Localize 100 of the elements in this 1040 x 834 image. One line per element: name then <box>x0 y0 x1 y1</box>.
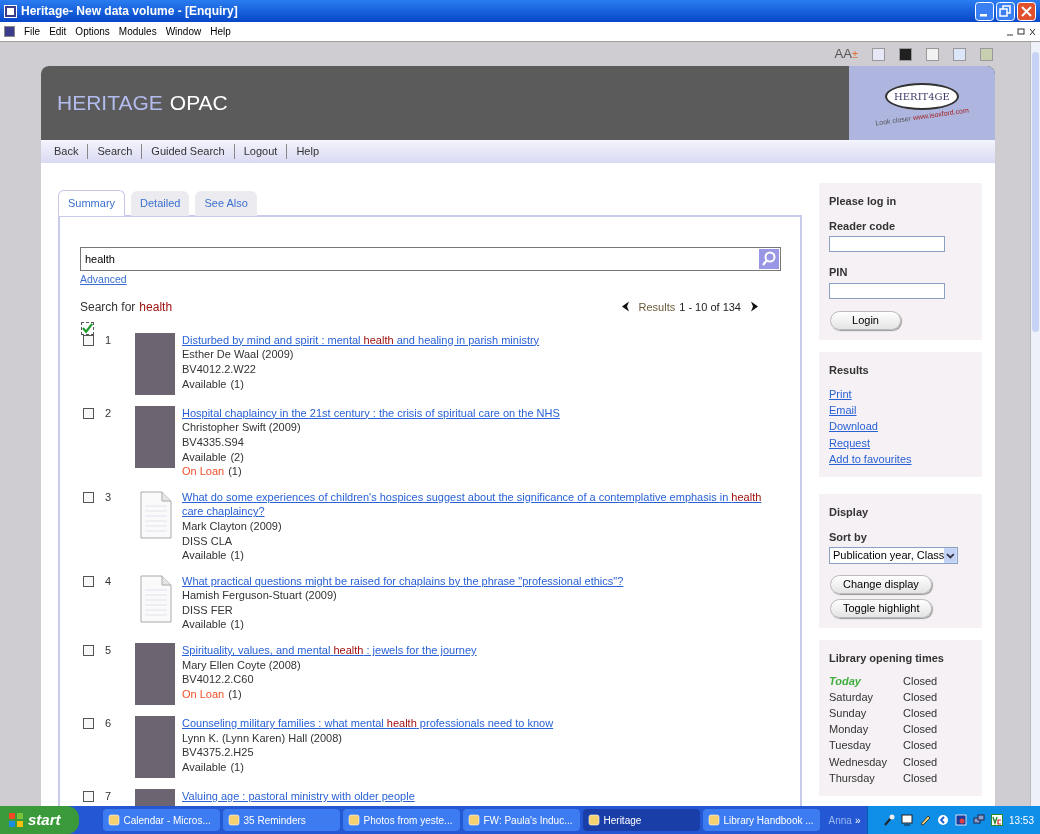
result-author: Mark Clayton (2009) <box>182 518 283 534</box>
colour-scheme-swatch[interactable] <box>980 47 993 61</box>
panel-heading: Please log in <box>829 194 898 209</box>
taskbar-button[interactable]: Heritage <box>582 809 700 831</box>
result-checkbox[interactable] <box>83 407 94 419</box>
action-button[interactable]: Toggle highlight <box>830 599 933 618</box>
result-checkbox[interactable] <box>83 718 94 730</box>
holding-status: On Loan <box>182 464 225 479</box>
panel-heading: Display <box>829 505 870 520</box>
book-cover-placeholder <box>135 716 175 779</box>
microphone-icon <box>882 814 895 826</box>
book-cover-placeholder <box>135 405 175 468</box>
search-icon[interactable] <box>759 249 779 269</box>
result-number: 2 <box>104 405 113 421</box>
result-title-link[interactable]: What do some experiences of children's hospices suggest about the significance of a contemplative emphasis in health care chaplaincy? <box>182 489 780 519</box>
previous-page-icon[interactable] <box>620 301 630 313</box>
taskbar-button[interactable]: Library Handbook ... <box>702 809 820 831</box>
menu-item[interactable]: Window <box>165 24 202 39</box>
results-action-link[interactable]: Email <box>829 402 857 419</box>
result-number: 6 <box>104 716 113 731</box>
advanced-search-link[interactable]: Advanced <box>80 272 127 288</box>
action-button[interactable]: Login <box>830 310 901 330</box>
app-icon <box>4 4 17 18</box>
colour-scheme-swatch[interactable] <box>872 47 885 61</box>
menu-item[interactable]: Options <box>75 24 110 39</box>
result-checkbox[interactable] <box>83 645 94 657</box>
opening-hours: Closed <box>903 673 938 689</box>
document-icon <box>4 26 15 37</box>
result-title-link[interactable]: Counseling military families : what mental health professionals need to know <box>182 716 780 731</box>
nav-link[interactable]: Logout <box>234 143 287 160</box>
colour-scheme-swatch[interactable] <box>899 47 912 61</box>
menu-item[interactable]: Help <box>210 24 231 39</box>
panel-heading: Results <box>829 362 870 378</box>
start-button[interactable]: start <box>0 806 79 834</box>
result-number: 1 <box>104 332 113 348</box>
result-title-link[interactable]: Disturbed by mind and spirit : mental health and healing in parish ministry <box>182 332 780 348</box>
colour-scheme-swatch[interactable] <box>953 47 966 61</box>
menu-item[interactable]: Modules <box>118 24 157 39</box>
window-icon <box>707 814 720 826</box>
sort-dropdown[interactable]: Publication year, Class <box>829 547 958 564</box>
result-classmark: BV4012.2.C60 <box>182 672 255 687</box>
window-title: Heritage- New data volume - [Enquiry] <box>21 3 239 20</box>
site-title: HERITAGE <box>57 90 163 117</box>
action-button[interactable]: Change display <box>830 575 932 594</box>
opening-day: Saturday <box>829 688 903 705</box>
colour-scheme-swatch[interactable] <box>926 47 939 61</box>
vertical-scrollbar[interactable] <box>1030 42 1040 806</box>
tab[interactable]: See Also <box>195 191 257 216</box>
result-author: Christopher Swift (2009) <box>182 420 302 435</box>
next-page-icon[interactable] <box>750 301 759 313</box>
nav-link[interactable]: Help <box>287 143 328 160</box>
field-label: Reader code <box>829 218 897 234</box>
window-icon <box>107 814 120 826</box>
taskbar-button[interactable]: Calendar - Micros... <box>102 809 220 831</box>
book-cover-placeholder <box>135 332 175 395</box>
opening-day: Wednesday <box>829 753 903 770</box>
results-action-link[interactable]: Request <box>829 434 870 451</box>
taskbar-button[interactable]: Photos from yeste... <box>342 809 460 831</box>
holding-status: Available <box>182 449 227 465</box>
search-label: Search for <box>80 298 136 316</box>
opening-day: Tuesday <box>829 737 903 754</box>
holding-count: (1) <box>230 376 244 392</box>
result-checkbox[interactable] <box>83 575 94 587</box>
opening-hours: Closed <box>903 705 938 721</box>
pin-field[interactable] <box>829 282 945 299</box>
result-author: Mary Ellen Coyte (2008) <box>182 657 302 673</box>
window-icon <box>954 814 967 826</box>
tab[interactable]: Detailed <box>131 191 190 216</box>
taskbar-button[interactable]: 35 Reminders <box>222 809 340 831</box>
window-icon <box>587 814 600 826</box>
result-checkbox[interactable] <box>83 491 94 503</box>
taskbar-button[interactable]: FW: Paula's Induc... <box>462 809 580 831</box>
results-action-link[interactable]: Download <box>829 418 878 435</box>
text-size-control[interactable]: AA <box>834 44 852 64</box>
tab[interactable]: Summary <box>58 190 126 216</box>
result-title-link[interactable]: Valuing age : pastoral ministry with older people <box>182 789 780 804</box>
pen-icon <box>918 814 931 826</box>
field-label: PIN <box>829 265 849 280</box>
holding-status: Available <box>182 759 227 775</box>
result-title-link[interactable]: Spirituality, values, and mental health : jewels for the journey <box>182 643 780 658</box>
results-action-link[interactable]: Add to favourites <box>829 450 912 467</box>
nav-link[interactable]: Back <box>45 143 88 160</box>
opening-day: Monday <box>829 721 903 738</box>
nav-link[interactable]: Search <box>88 143 142 160</box>
results-range: 1 - 10 of 134 <box>679 299 741 315</box>
result-checkbox[interactable] <box>83 334 94 346</box>
result-author: Lynn K. (Lynn Karen) Hall (2008) <box>182 730 343 746</box>
menu-item[interactable]: Edit <box>49 24 67 39</box>
result-checkbox[interactable] <box>83 791 94 803</box>
menu-item[interactable]: File <box>24 24 41 39</box>
result-title-link[interactable]: What practical questions might be raised for chaplains by the phrase "professional ethics"? <box>182 573 780 589</box>
results-action-link[interactable]: Print <box>829 386 852 403</box>
result-title-link[interactable]: Hospital chaplaincy in the 21st century : the crisis of spiritual care on the NHS <box>182 405 780 421</box>
nav-link[interactable]: Guided Search <box>142 143 234 160</box>
result-classmark: BV4375.2.H25 <box>182 745 255 760</box>
results-label: Results <box>638 299 676 315</box>
opening-hours: Closed <box>903 754 938 770</box>
reader-code-field[interactable] <box>829 236 945 252</box>
select-all-checkbox[interactable] <box>81 321 94 335</box>
toolbar-expand-button[interactable]: » <box>854 812 861 828</box>
